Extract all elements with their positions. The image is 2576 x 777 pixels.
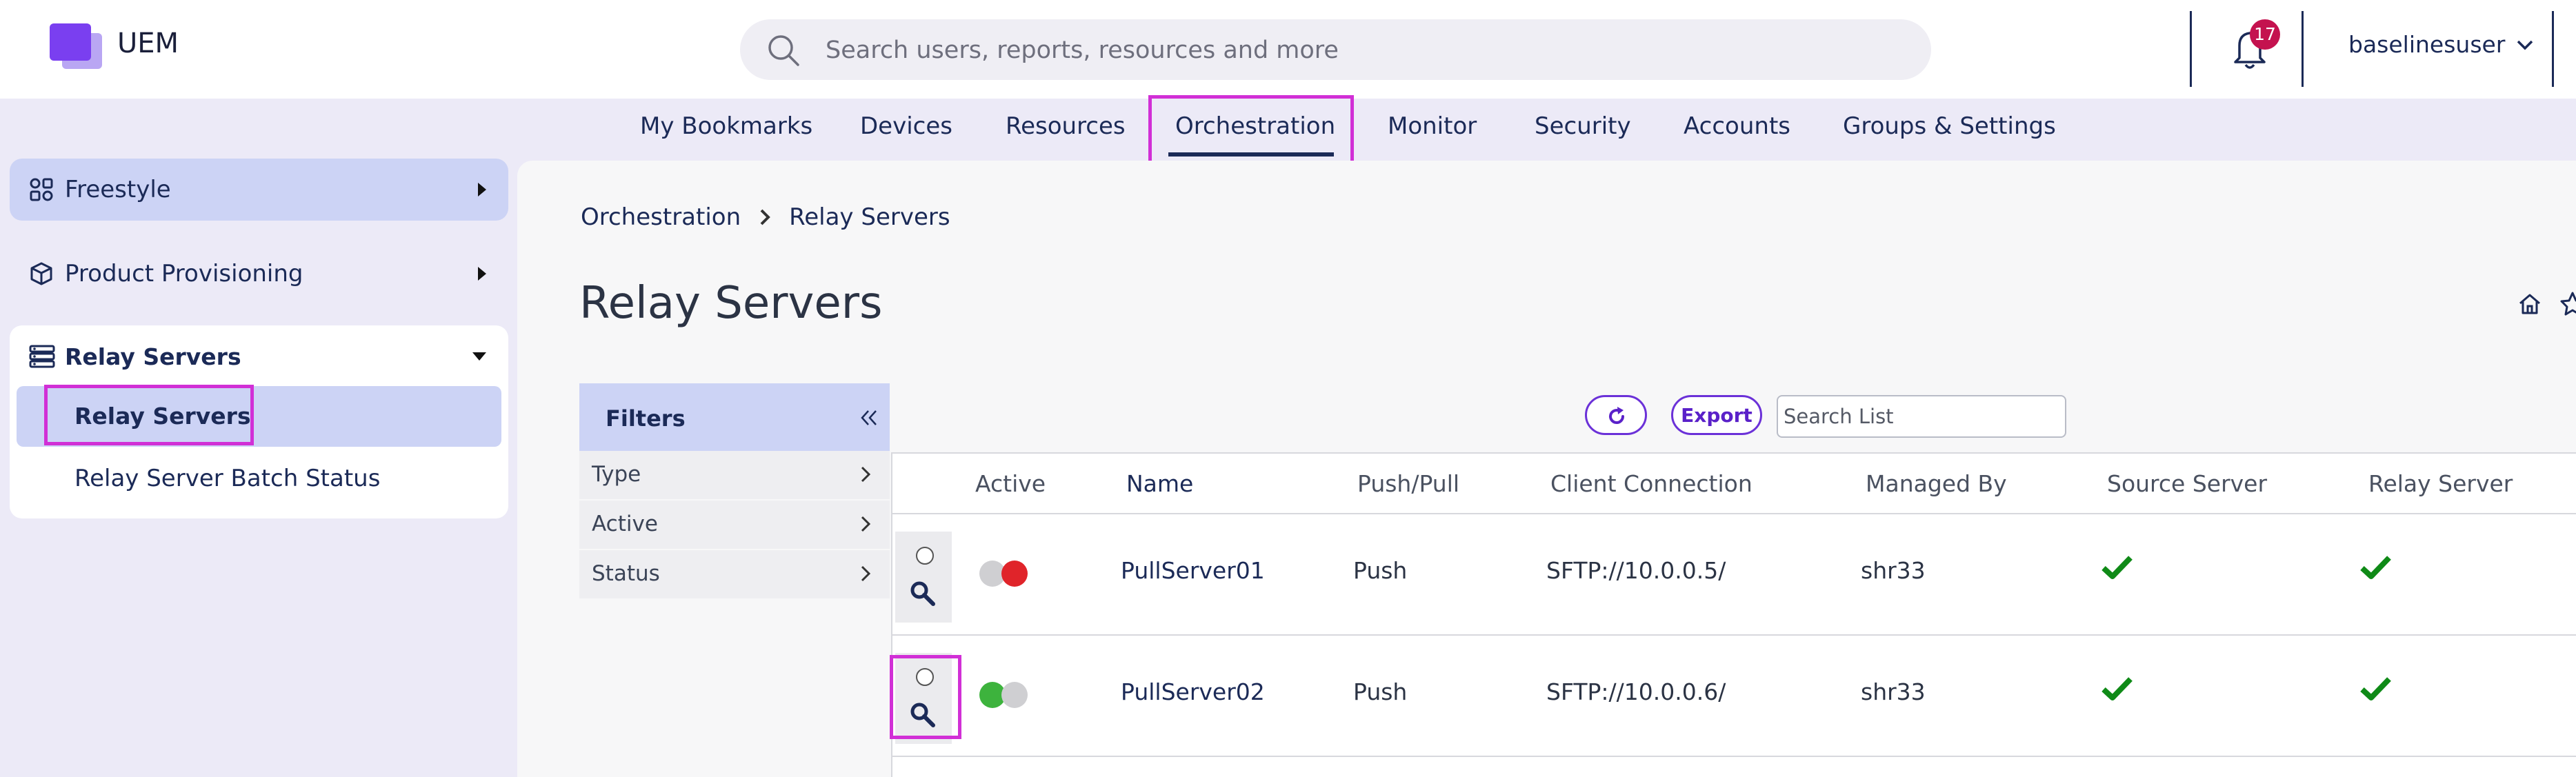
filter-label: Active [592,512,658,536]
global-search-input[interactable] [824,32,1903,69]
export-button[interactable]: Export [1671,395,1762,435]
breadcrumb-orchestration[interactable]: Orchestration [581,203,741,231]
column-header-managed-by[interactable]: Managed By [1866,470,2007,497]
sidebar-item-product-provisioning[interactable]: Product Provisioning [10,243,508,305]
row-name-link[interactable]: PullServer01 [1121,557,1265,584]
magnifier-icon[interactable] [909,580,937,607]
page-title: Relay Servers [579,278,883,329]
main-panel: Orchestration Relay Servers Relay Server… [517,161,2576,777]
sidebar-label: Freestyle [65,176,171,203]
column-header-client-connection[interactable]: Client Connection [1550,470,1753,497]
server-stack-icon [29,345,55,368]
chevron-right-icon [861,466,870,483]
checkmark-icon [2101,676,2134,703]
caret-right-icon [477,265,488,282]
filter-status[interactable]: Status [579,550,890,600]
header-divider [2302,11,2304,87]
filter-type[interactable]: Type [579,451,890,501]
filter-active[interactable]: Active [579,501,890,550]
sidebar-item-relay-servers-group[interactable]: Relay Servers [10,325,508,387]
breadcrumb-relay-servers[interactable]: Relay Servers [789,203,950,231]
row-managed-by: shr33 [1861,557,1926,584]
collapse-double-chevron-icon[interactable] [859,410,879,426]
checkmark-icon [2101,554,2134,582]
nav-devices[interactable]: Devices [860,112,952,140]
header-divider [2552,11,2554,87]
header-divider [2190,11,2192,87]
filter-label: Status [592,561,660,586]
highlight-outline [890,655,961,739]
column-header-relay-server[interactable]: Relay Server [2368,470,2513,497]
username: baselinesuser [2348,31,2506,58]
search-icon [766,33,801,68]
sidebar-label: Product Provisioning [65,260,303,287]
caret-right-icon [477,181,488,198]
refresh-icon [1609,407,1624,424]
table-row[interactable]: PullServer01 Push SFTP://10.0.0.5/ shr33 [892,514,2576,636]
chevron-right-icon [861,516,870,532]
checkmark-icon [2359,676,2393,703]
row-managed-by: shr33 [1861,678,1926,705]
chevron-right-icon [759,208,771,226]
grid-header: Active Name Push/Pull Client Connection … [892,452,2576,514]
sidebar-sublabel: Relay Server Batch Status [74,465,381,492]
nav-groups-settings[interactable]: Groups & Settings [1843,112,2056,140]
column-header-push-pull[interactable]: Push/Pull [1357,470,1459,497]
package-icon [29,261,54,286]
sidebar-label: Relay Servers [65,343,241,370]
row-actions [895,532,952,623]
chevron-right-icon [861,565,870,582]
global-search[interactable] [740,19,1931,80]
filters-title: Filters [606,405,686,432]
checkmark-icon [2359,554,2393,582]
row-client-connection: SFTP://10.0.0.5/ [1546,557,1726,584]
breadcrumb: Orchestration Relay Servers [581,203,950,231]
refresh-button[interactable] [1585,395,1647,435]
row-push-pull: Push [1353,557,1408,584]
nav-my-bookmarks[interactable]: My Bookmarks [640,112,812,140]
sidebar-item-freestyle[interactable]: Freestyle [10,159,508,221]
table-row[interactable]: PullServer02 Push SFTP://10.0.0.6/ shr33 [892,636,2576,757]
notification-count-badge: 17 [2250,19,2280,50]
app-header: UEM 17 baselinesuser [0,0,2576,99]
column-header-source-server[interactable]: Source Server [2107,470,2267,497]
column-header-active[interactable]: Active [975,470,1046,497]
filter-label: Type [592,462,641,487]
row-name-link[interactable]: PullServer02 [1121,678,1265,705]
uem-logo-icon[interactable] [50,23,105,72]
column-header-name[interactable]: Name [1126,470,1193,497]
user-menu[interactable]: baselinesuser [2348,31,2534,58]
caret-down-icon [471,351,488,362]
sidebar-subitem-relay-server-batch-status[interactable]: Relay Server Batch Status [17,448,501,509]
nav-accounts[interactable]: Accounts [1684,112,1790,140]
search-list-input[interactable] [1777,395,2066,438]
row-client-connection: SFTP://10.0.0.6/ [1546,678,1726,705]
freestyle-icon [29,177,54,202]
star-icon[interactable] [2559,290,2576,318]
relay-servers-grid: Active Name Push/Pull Client Connection … [891,452,2576,777]
highlight-outline [44,385,254,445]
active-toggle-red-dot[interactable] [1001,561,1028,587]
nav-security[interactable]: Security [1535,112,1631,140]
active-toggle-off-dot[interactable] [1001,682,1028,708]
filters-panel: Filters Type Active Status [579,383,890,600]
home-icon[interactable] [2517,292,2542,316]
chevron-down-icon [2516,39,2534,51]
row-select-radio[interactable] [916,547,934,565]
nav-monitor[interactable]: Monitor [1388,112,1477,140]
app-name: UEM [117,28,179,59]
filters-header: Filters [579,383,890,451]
nav-resources[interactable]: Resources [1006,112,1126,140]
row-push-pull: Push [1353,678,1408,705]
